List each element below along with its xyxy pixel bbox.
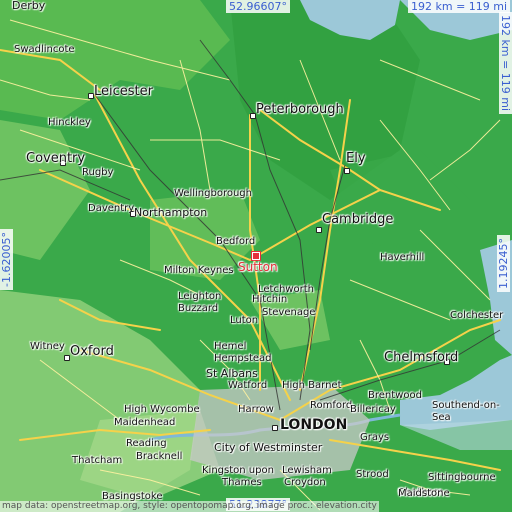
place-leighton-buzzard: Leighton Buzzard xyxy=(178,291,222,314)
place-maidenhead: Maidenhead xyxy=(114,417,176,428)
place-milton-keynes: Milton Keynes xyxy=(164,265,234,276)
coord-right: 1.19245° xyxy=(497,235,510,292)
place-romford: Romford xyxy=(310,400,353,411)
city-marker-ely xyxy=(344,168,350,174)
place-billericay: Billericay xyxy=(350,404,396,415)
place-london: LONDON xyxy=(280,417,348,433)
scale-horizontal: 192 km = 119 mi xyxy=(408,0,511,13)
place-high-wycombe: High Wycombe xyxy=(124,404,200,415)
place-ely: Ely xyxy=(346,151,366,166)
coord-top: 52.96607° xyxy=(226,0,290,13)
place-cambridge: Cambridge xyxy=(322,212,394,227)
place-hemel-hempstead: Hemel Hempstead xyxy=(214,341,272,364)
city-marker-cambridge xyxy=(316,227,322,233)
place-lewisham: Lewisham xyxy=(282,465,332,476)
location-marker[interactable] xyxy=(252,252,260,260)
place-sittingbourne: Sittingbourne xyxy=(428,472,496,483)
place-thatcham: Thatcham xyxy=(72,455,123,466)
coord-left: -1.62005° xyxy=(0,229,13,290)
place-hinckley: Hinckley xyxy=(48,117,91,128)
place-strood: Strood xyxy=(356,469,389,480)
place-grays: Grays xyxy=(360,432,390,443)
scale-vertical: 192 km = 119 mi xyxy=(499,12,512,115)
place-watford: Watford xyxy=(228,380,268,391)
place-colchester: Colchester xyxy=(450,310,504,321)
place-st-albans: St Albans xyxy=(206,367,258,380)
place-sutton: Sutton xyxy=(238,260,278,274)
place-brentwood: Brentwood xyxy=(368,390,422,401)
place-oxford: Oxford xyxy=(70,344,114,359)
place-thames: Thames xyxy=(222,477,262,488)
place-northampton: Northampton xyxy=(134,206,208,219)
place-wellingborough: Wellingborough xyxy=(174,188,252,199)
place-reading: Reading xyxy=(126,438,167,449)
place-kingston: Kingston upon xyxy=(202,465,274,476)
place-haverhill: Haverhill xyxy=(380,252,425,263)
map-canvas[interactable]: 52.96607° 51.23877° -1.62005° 1.19245° 1… xyxy=(0,0,512,512)
place-high-barnet: High Barnet xyxy=(282,380,342,391)
place-coventry: Coventry xyxy=(26,151,86,166)
place-bedford: Bedford xyxy=(216,236,256,247)
place-peterborough: Peterborough xyxy=(256,102,344,117)
place-luton: Luton xyxy=(230,315,259,326)
place-derby: Derby xyxy=(12,0,46,12)
place-daventry: Daventry xyxy=(88,203,135,214)
map-credit: map data: openstreetmap.org, style: open… xyxy=(0,501,379,512)
place-maidstone: Maidstone xyxy=(398,488,450,499)
place-chelmsford: Chelmsford xyxy=(384,350,459,365)
place-rugby: Rugby xyxy=(82,167,114,178)
place-hitchin: Hitchin xyxy=(252,294,288,305)
place-city-of-westminster: City of Westminster xyxy=(214,441,323,454)
place-witney: Witney xyxy=(30,341,65,352)
place-swadlincote: Swadlincote xyxy=(14,44,75,55)
place-croydon: Croydon xyxy=(284,477,326,488)
place-leicester: Leicester xyxy=(94,84,153,99)
place-bracknell: Bracknell xyxy=(136,451,183,462)
place-stevenage: Stevenage xyxy=(262,307,316,318)
place-harrow: Harrow xyxy=(238,404,274,415)
place-southend: Southend-on- Sea xyxy=(432,400,500,423)
city-marker-london xyxy=(272,425,278,431)
